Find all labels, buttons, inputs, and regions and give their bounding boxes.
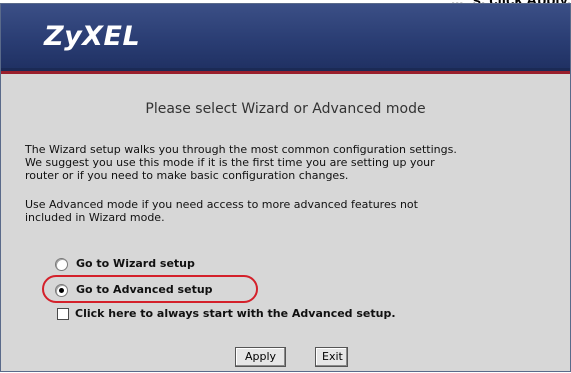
header-banner: ZyXEL — [1, 4, 570, 71]
always-advanced-option[interactable]: Click here to always start with the Adva… — [57, 306, 396, 322]
wizard-option[interactable]: Go to Wizard setup — [55, 256, 195, 272]
wizard-description: The Wizard setup walks you through the m… — [25, 143, 457, 182]
page-title: Please select Wizard or Advanced mode — [145, 101, 426, 117]
always-advanced-label: Click here to always start with the Adva… — [75, 307, 396, 320]
exit-button[interactable]: Exit — [315, 347, 348, 367]
highlight-annotation — [42, 275, 258, 303]
always-advanced-checkbox[interactable] — [57, 308, 69, 320]
zyxel-logo: ZyXEL — [44, 21, 141, 52]
router-setup-window: ZyXEL Please select Wizard or Advanced m… — [0, 3, 571, 372]
apply-button[interactable]: Apply — [235, 347, 286, 367]
wizard-radio[interactable] — [55, 257, 68, 271]
advanced-description: Use Advanced mode if you need access to … — [25, 198, 418, 224]
content-panel: Please select Wizard or Advanced mode Th… — [1, 74, 570, 371]
wizard-option-label: Go to Wizard setup — [76, 257, 195, 270]
